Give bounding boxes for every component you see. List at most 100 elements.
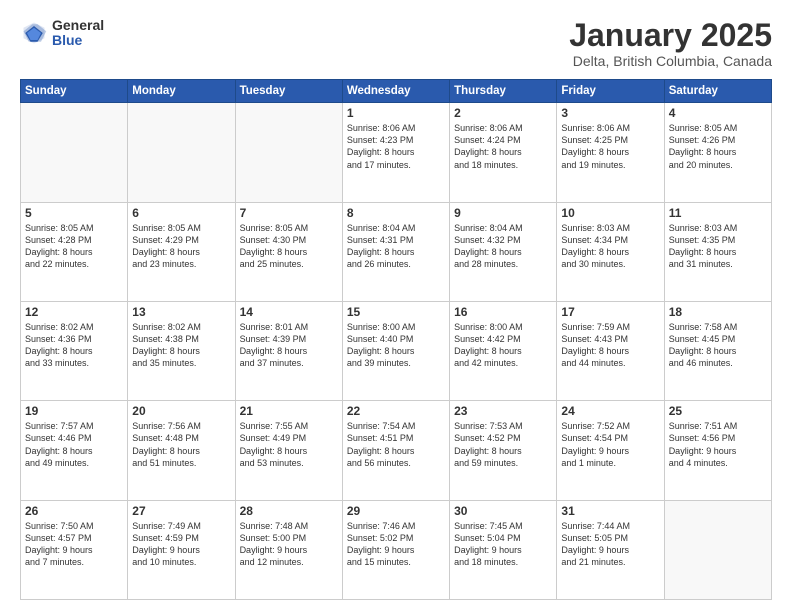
calendar-cell: 8 Sunrise: 8:04 AM Sunset: 4:31 PM Daylig…: [342, 202, 449, 301]
calendar-cell: 21 Sunrise: 7:55 AM Sunset: 4:49 PM Dayli…: [235, 401, 342, 500]
calendar-cell: 22Sunrise: 7:54 AM Sunset: 4:51 PM Dayli…: [342, 401, 449, 500]
calendar-cell: 15 Sunrise: 8:00 AM Sunset: 4:40 PM Dayli…: [342, 301, 449, 400]
cell-info-text: Sunrise: 7:55 AM Sunset: 4:49 PM Dayligh…: [240, 420, 338, 469]
day-number: 31: [561, 504, 659, 518]
day-number: 7: [240, 206, 338, 220]
calendar-cell: 20Sunrise: 7:56 AM Sunset: 4:48 PM Dayli…: [128, 401, 235, 500]
calendar-cell: [664, 500, 771, 599]
calendar-cell: 27 Sunrise: 7:49 AM Sunset: 4:59 PM Dayli…: [128, 500, 235, 599]
calendar-cell: 12Sunrise: 8:02 AM Sunset: 4:36 PM Dayli…: [21, 301, 128, 400]
day-number: 28: [240, 504, 338, 518]
header: General Blue January 2025 Delta, British…: [20, 18, 772, 69]
cell-info-text: Sunrise: 7:59 AM Sunset: 4:43 PM Dayligh…: [561, 321, 659, 370]
cell-info-text: Sunrise: 8:02 AM Sunset: 4:38 PM Dayligh…: [132, 321, 230, 370]
cell-info-text: Sunrise: 8:00 AM Sunset: 4:40 PM Dayligh…: [347, 321, 445, 370]
calendar-cell: 29Sunrise: 7:46 AM Sunset: 5:02 PM Dayli…: [342, 500, 449, 599]
day-number: 1: [347, 106, 445, 120]
calendar-cell: 10Sunrise: 8:03 AM Sunset: 4:34 PM Dayli…: [557, 202, 664, 301]
calendar-cell: 9Sunrise: 8:04 AM Sunset: 4:32 PM Daylig…: [450, 202, 557, 301]
cell-info-text: Sunrise: 8:00 AM Sunset: 4:42 PM Dayligh…: [454, 321, 552, 370]
day-number: 30: [454, 504, 552, 518]
cell-info-text: Sunrise: 7:57 AM Sunset: 4:46 PM Dayligh…: [25, 420, 123, 469]
cell-info-text: Sunrise: 8:01 AM Sunset: 4:39 PM Dayligh…: [240, 321, 338, 370]
cell-info-text: Sunrise: 7:50 AM Sunset: 4:57 PM Dayligh…: [25, 520, 123, 569]
day-number: 11: [669, 206, 767, 220]
weekday-header-wednesday: Wednesday: [342, 80, 449, 103]
calendar-week-row: 1 Sunrise: 8:06 AM Sunset: 4:23 PM Daylig…: [21, 103, 772, 202]
page: General Blue January 2025 Delta, British…: [0, 0, 792, 612]
calendar-cell: [128, 103, 235, 202]
calendar-cell: 14 Sunrise: 8:01 AM Sunset: 4:39 PM Dayli…: [235, 301, 342, 400]
cell-info-text: Sunrise: 8:06 AM Sunset: 4:23 PM Dayligh…: [347, 122, 445, 171]
calendar-cell: 18Sunrise: 7:58 AM Sunset: 4:45 PM Dayli…: [664, 301, 771, 400]
weekday-header-tuesday: Tuesday: [235, 80, 342, 103]
calendar-cell: 28 Sunrise: 7:48 AM Sunset: 5:00 PM Dayli…: [235, 500, 342, 599]
calendar-cell: 26 Sunrise: 7:50 AM Sunset: 4:57 PM Dayli…: [21, 500, 128, 599]
weekday-header-sunday: Sunday: [21, 80, 128, 103]
logo-blue-text: Blue: [52, 33, 104, 48]
calendar-week-row: 26 Sunrise: 7:50 AM Sunset: 4:57 PM Dayli…: [21, 500, 772, 599]
calendar-cell: [235, 103, 342, 202]
calendar-cell: 11Sunrise: 8:03 AM Sunset: 4:35 PM Dayli…: [664, 202, 771, 301]
cell-info-text: Sunrise: 7:48 AM Sunset: 5:00 PM Dayligh…: [240, 520, 338, 569]
calendar-cell: 3Sunrise: 8:06 AM Sunset: 4:25 PM Daylig…: [557, 103, 664, 202]
calendar-week-row: 12Sunrise: 8:02 AM Sunset: 4:36 PM Dayli…: [21, 301, 772, 400]
cell-info-text: Sunrise: 8:06 AM Sunset: 4:24 PM Dayligh…: [454, 122, 552, 171]
day-number: 20: [132, 404, 230, 418]
weekday-header-thursday: Thursday: [450, 80, 557, 103]
cell-info-text: Sunrise: 7:46 AM Sunset: 5:02 PM Dayligh…: [347, 520, 445, 569]
cell-info-text: Sunrise: 7:51 AM Sunset: 4:56 PM Dayligh…: [669, 420, 767, 469]
cell-info-text: Sunrise: 7:45 AM Sunset: 5:04 PM Dayligh…: [454, 520, 552, 569]
calendar-cell: 31Sunrise: 7:44 AM Sunset: 5:05 PM Dayli…: [557, 500, 664, 599]
calendar-week-row: 5Sunrise: 8:05 AM Sunset: 4:28 PM Daylig…: [21, 202, 772, 301]
day-number: 4: [669, 106, 767, 120]
logo-text: General Blue: [52, 18, 104, 49]
calendar-cell: 23 Sunrise: 7:53 AM Sunset: 4:52 PM Dayli…: [450, 401, 557, 500]
cell-info-text: Sunrise: 7:49 AM Sunset: 4:59 PM Dayligh…: [132, 520, 230, 569]
day-number: 2: [454, 106, 552, 120]
day-number: 19: [25, 404, 123, 418]
day-number: 22: [347, 404, 445, 418]
day-number: 21: [240, 404, 338, 418]
calendar-cell: 6Sunrise: 8:05 AM Sunset: 4:29 PM Daylig…: [128, 202, 235, 301]
cell-info-text: Sunrise: 7:52 AM Sunset: 4:54 PM Dayligh…: [561, 420, 659, 469]
weekday-header-monday: Monday: [128, 80, 235, 103]
calendar-cell: 7Sunrise: 8:05 AM Sunset: 4:30 PM Daylig…: [235, 202, 342, 301]
calendar-cell: 30 Sunrise: 7:45 AM Sunset: 5:04 PM Dayli…: [450, 500, 557, 599]
weekday-header-saturday: Saturday: [664, 80, 771, 103]
day-number: 8: [347, 206, 445, 220]
calendar-cell: 2 Sunrise: 8:06 AM Sunset: 4:24 PM Daylig…: [450, 103, 557, 202]
calendar-cell: [21, 103, 128, 202]
cell-info-text: Sunrise: 8:02 AM Sunset: 4:36 PM Dayligh…: [25, 321, 123, 370]
calendar-cell: 4Sunrise: 8:05 AM Sunset: 4:26 PM Daylig…: [664, 103, 771, 202]
cell-info-text: Sunrise: 7:58 AM Sunset: 4:45 PM Dayligh…: [669, 321, 767, 370]
calendar-cell: 1 Sunrise: 8:06 AM Sunset: 4:23 PM Daylig…: [342, 103, 449, 202]
cell-info-text: Sunrise: 8:06 AM Sunset: 4:25 PM Dayligh…: [561, 122, 659, 171]
logo-icon: [20, 19, 48, 47]
calendar-cell: 5Sunrise: 8:05 AM Sunset: 4:28 PM Daylig…: [21, 202, 128, 301]
calendar-cell: 16 Sunrise: 8:00 AM Sunset: 4:42 PM Dayli…: [450, 301, 557, 400]
calendar-title: January 2025: [569, 18, 772, 53]
day-number: 26: [25, 504, 123, 518]
calendar-cell: 24 Sunrise: 7:52 AM Sunset: 4:54 PM Dayli…: [557, 401, 664, 500]
logo: General Blue: [20, 18, 104, 49]
day-number: 17: [561, 305, 659, 319]
cell-info-text: Sunrise: 7:53 AM Sunset: 4:52 PM Dayligh…: [454, 420, 552, 469]
day-number: 16: [454, 305, 552, 319]
day-number: 27: [132, 504, 230, 518]
day-number: 25: [669, 404, 767, 418]
cell-info-text: Sunrise: 8:05 AM Sunset: 4:28 PM Dayligh…: [25, 222, 123, 271]
day-number: 23: [454, 404, 552, 418]
day-number: 14: [240, 305, 338, 319]
calendar-cell: 25 Sunrise: 7:51 AM Sunset: 4:56 PM Dayli…: [664, 401, 771, 500]
day-number: 15: [347, 305, 445, 319]
weekday-header-friday: Friday: [557, 80, 664, 103]
cell-info-text: Sunrise: 8:04 AM Sunset: 4:31 PM Dayligh…: [347, 222, 445, 271]
calendar-table: SundayMondayTuesdayWednesdayThursdayFrid…: [20, 79, 772, 600]
day-number: 10: [561, 206, 659, 220]
cell-info-text: Sunrise: 8:04 AM Sunset: 4:32 PM Dayligh…: [454, 222, 552, 271]
calendar-cell: 13Sunrise: 8:02 AM Sunset: 4:38 PM Dayli…: [128, 301, 235, 400]
cell-info-text: Sunrise: 8:05 AM Sunset: 4:29 PM Dayligh…: [132, 222, 230, 271]
calendar-week-row: 19 Sunrise: 7:57 AM Sunset: 4:46 PM Dayli…: [21, 401, 772, 500]
day-number: 24: [561, 404, 659, 418]
